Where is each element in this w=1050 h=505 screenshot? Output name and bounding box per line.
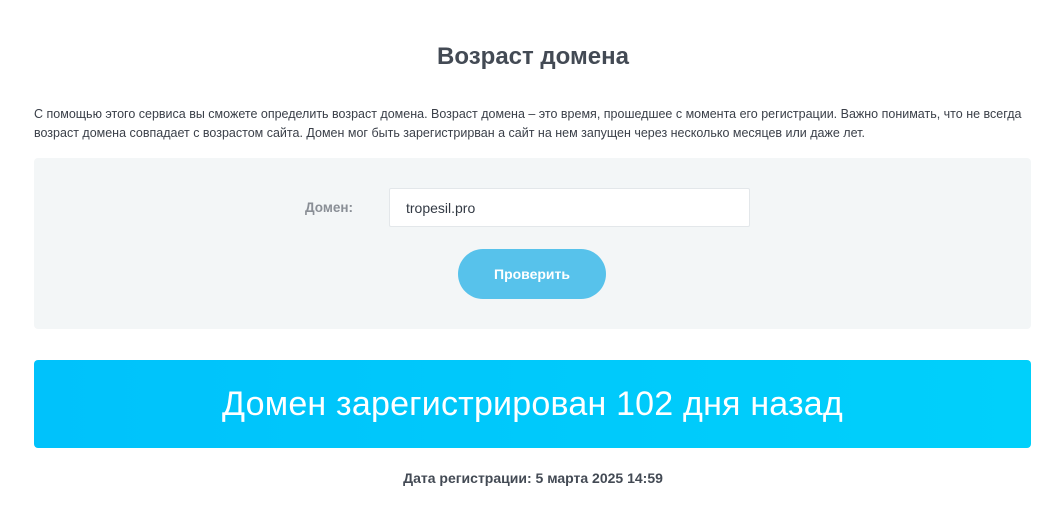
page-title: Возраст домена	[437, 43, 629, 70]
result-banner: Домен зарегистрирован 102 дня назад	[34, 360, 1031, 448]
domain-input[interactable]	[389, 188, 750, 227]
registration-date: Дата регистрации: 5 марта 2025 14:59	[403, 470, 663, 486]
domain-check-form: Домен: Проверить	[34, 158, 1031, 329]
domain-label: Домен:	[305, 200, 353, 215]
check-button[interactable]: Проверить	[458, 249, 606, 299]
page-description: С помощью этого сервиса вы сможете опред…	[34, 107, 1022, 140]
domain-age-result: Домен зарегистрирован 102 дня назад	[222, 384, 843, 423]
